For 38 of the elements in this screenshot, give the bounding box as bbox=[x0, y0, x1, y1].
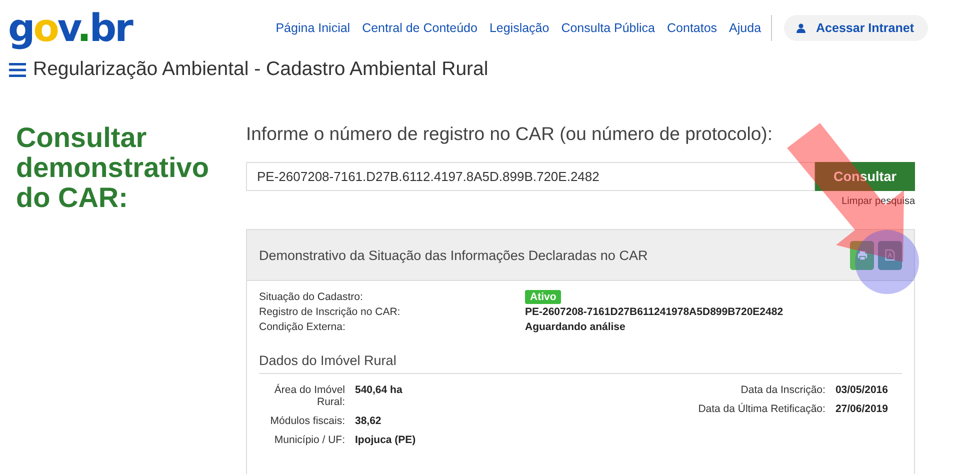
registration-input[interactable]: PE-2607208-7161.D27B.6112.4197.8A5D.899B.720E.2482 bbox=[246, 162, 815, 191]
field-value: PE-2607208-7161D27B611241978A5D899B720E2482 bbox=[525, 306, 784, 318]
nav-link[interactable]: Legislação bbox=[489, 21, 550, 35]
field-label: Situação do Cadastro: bbox=[259, 291, 364, 303]
highlight-circle bbox=[855, 230, 919, 294]
nav-link[interactable]: Consulta Pública bbox=[561, 21, 656, 35]
field-label: Registro de Inscrição no CAR: bbox=[259, 306, 402, 318]
page-heading: Consultar demonstrativo do CAR: bbox=[16, 123, 210, 215]
nav-link[interactable]: Ajuda bbox=[729, 21, 762, 35]
menu-icon[interactable] bbox=[9, 62, 26, 76]
pdf-button[interactable] bbox=[878, 240, 902, 270]
detail-value: 540,64 ha bbox=[355, 384, 404, 398]
user-icon bbox=[796, 23, 806, 33]
printer-icon bbox=[856, 250, 868, 260]
search-label: Informe o número de registro no CAR (ou número de protocolo): bbox=[246, 123, 774, 145]
detail-value: Ipojuca (PE) bbox=[355, 434, 416, 446]
detail-label: Módulos fiscais: bbox=[269, 415, 345, 427]
nav-link[interactable]: Página Inicial bbox=[276, 21, 350, 35]
login-button[interactable]: Acessar Intranet bbox=[784, 15, 928, 41]
pdf-document-icon bbox=[885, 249, 895, 261]
field-label: Condição Externa: bbox=[259, 321, 346, 333]
page-title: Regularização Ambiental - Cadastro Ambiental Rural bbox=[33, 58, 488, 81]
card-title: Demonstrativo da Situação das Informações Declaradas no CAR bbox=[259, 248, 648, 262]
status-badge: Ativo bbox=[525, 290, 562, 304]
detail-value: 03/05/2016 bbox=[835, 384, 888, 396]
section-title: Dados do Imóvel Rural bbox=[259, 353, 902, 374]
detail-label: Município / UF: bbox=[273, 434, 345, 446]
gov-logo[interactable]: gov.br bbox=[8, 8, 132, 48]
nav-link[interactable]: Contatos bbox=[667, 21, 718, 35]
search-button[interactable]: Consultar bbox=[815, 162, 915, 191]
detail-label: Data da Última Retificação: bbox=[698, 403, 826, 415]
print-button[interactable] bbox=[850, 240, 874, 270]
detail-value: 38,62 bbox=[355, 415, 382, 427]
detail-value: 27/06/2019 bbox=[835, 403, 888, 415]
nav-link[interactable]: Central de Conteúdo bbox=[362, 21, 478, 35]
detail-label: Área do Imóvel Rural: bbox=[273, 384, 345, 408]
detail-label: Data da Inscrição: bbox=[740, 384, 826, 396]
field-value: Aguardando análise bbox=[525, 321, 626, 333]
